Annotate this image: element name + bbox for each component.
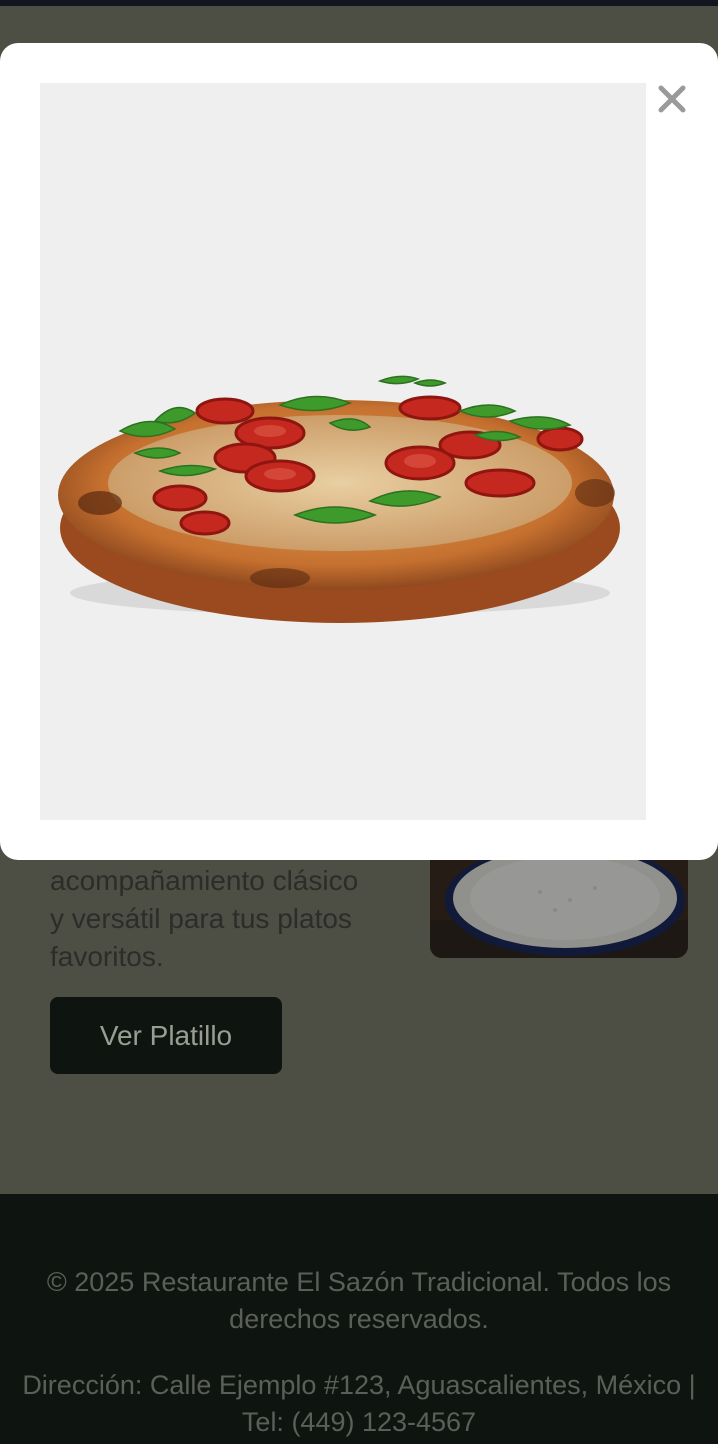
top-bar bbox=[0, 0, 718, 6]
footer-address: Dirección: Calle Ejemplo #123, Aguascali… bbox=[22, 1370, 696, 1437]
image-modal bbox=[0, 43, 718, 860]
close-icon bbox=[658, 85, 686, 113]
dish-description-line: acompañamiento clásico bbox=[50, 865, 359, 896]
pizza-image bbox=[40, 83, 646, 820]
page: acompañamiento clásico y versátil para t… bbox=[0, 0, 718, 1444]
close-button[interactable] bbox=[652, 77, 692, 121]
dish-description-line: favoritos. bbox=[50, 941, 164, 972]
footer: © 2025 Restaurante El Sazón Tradicional.… bbox=[0, 1194, 718, 1444]
dish-description: acompañamiento clásico y versátil para t… bbox=[50, 862, 410, 976]
footer-copyright: © 2025 Restaurante El Sazón Tradicional.… bbox=[46, 1267, 672, 1334]
dish-description-line: y versátil para tus platos bbox=[50, 903, 352, 934]
ver-platillo-button[interactable]: Ver Platillo bbox=[50, 997, 282, 1074]
